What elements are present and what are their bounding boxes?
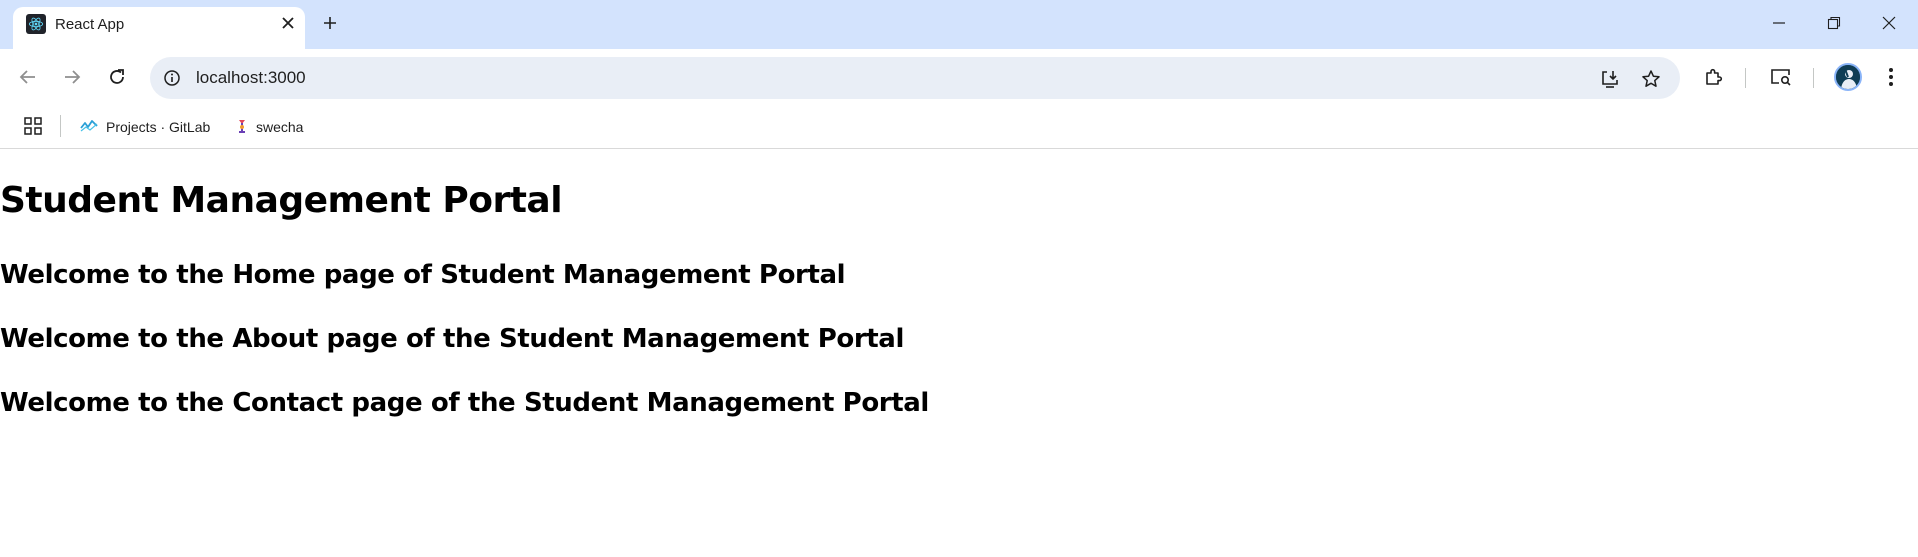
profile-avatar[interactable] <box>1834 63 1862 91</box>
bookmark-swecha[interactable]: swecha <box>236 113 303 141</box>
gitlab-icon <box>80 119 98 136</box>
home-section-heading: Welcome to the Home page of Student Mana… <box>0 260 846 290</box>
swecha-icon <box>236 118 248 137</box>
info-icon[interactable] <box>161 67 183 89</box>
page-title: Student Management Portal <box>0 180 563 221</box>
address-bar[interactable]: localhost:3000 <box>150 57 1680 99</box>
bookmark-gitlab[interactable]: Projects · GitLab <box>80 113 210 141</box>
toolbar-separator <box>1745 68 1746 88</box>
star-icon[interactable] <box>1638 66 1664 92</box>
apps-grid-icon[interactable] <box>22 115 44 137</box>
toolbar-separator <box>1813 68 1814 88</box>
kebab-menu-icon[interactable] <box>1877 63 1905 91</box>
browser-toolbar: localhost:3000 <box>0 49 1918 108</box>
contact-section-heading: Welcome to the Contact page of the Stude… <box>0 388 929 418</box>
about-section-heading: Welcome to the About page of the Student… <box>0 324 904 354</box>
bookmarks-bar: Projects · GitLab swecha <box>0 108 1918 149</box>
tab-react-app[interactable]: React App <box>13 7 305 49</box>
arrow-left-icon[interactable] <box>14 63 42 91</box>
puzzle-icon[interactable] <box>1699 63 1727 91</box>
reload-icon[interactable] <box>103 63 131 91</box>
tab-title: React App <box>55 16 125 33</box>
tab-strip: React App <box>0 0 1918 49</box>
close-icon[interactable] <box>1874 8 1904 38</box>
restore-icon[interactable] <box>1819 8 1849 38</box>
minimize-icon[interactable] <box>1764 8 1794 38</box>
arrow-right-icon[interactable] <box>58 63 86 91</box>
bookmark-label: swecha <box>256 119 304 135</box>
install-app-icon[interactable] <box>1597 66 1623 92</box>
tab-search-icon[interactable] <box>1767 63 1795 91</box>
react-logo-icon <box>26 14 46 34</box>
plus-icon[interactable] <box>318 11 342 35</box>
bookmarks-separator <box>60 115 61 137</box>
url-text[interactable]: localhost:3000 <box>196 68 306 88</box>
page-content: Student Management Portal Welcome to the… <box>0 150 1918 557</box>
close-tab-icon[interactable] <box>277 12 299 34</box>
bookmark-label: Projects · GitLab <box>106 119 211 135</box>
